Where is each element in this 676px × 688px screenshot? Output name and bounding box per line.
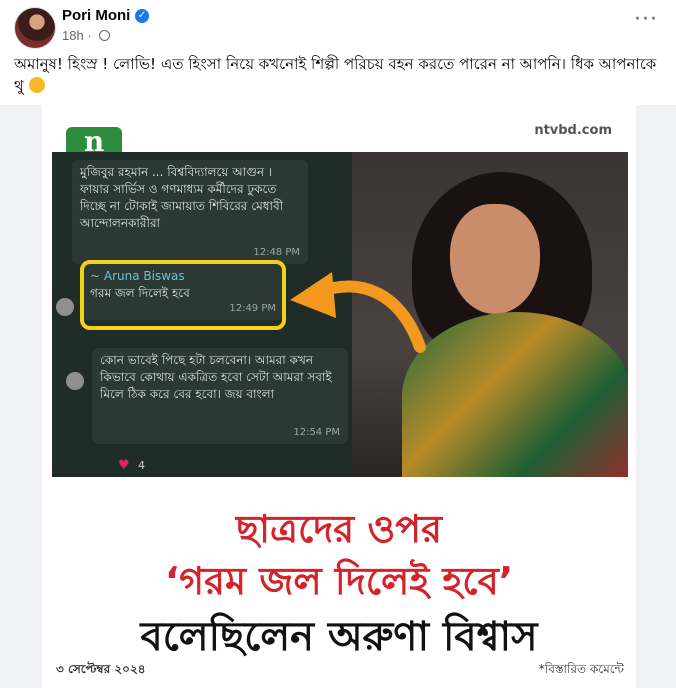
chat-avatar xyxy=(66,372,84,390)
highlight-ring xyxy=(80,260,286,330)
reaction-count: 4 xyxy=(138,459,145,472)
post-image[interactable]: n online ntvbd.com মুজিবুর রহমান ... বিশ… xyxy=(0,105,676,688)
poster-date: ৩ সেপ্টেম্বর ২০২৪ xyxy=(56,662,146,676)
post-header: Pori Moni ✓ 18h · ··· xyxy=(0,0,676,50)
poster-note: *বিস্তারিত কমেন্টে xyxy=(538,662,624,676)
more-options-button[interactable]: ··· xyxy=(634,9,658,31)
chat-message: কোন ভাবেই পিছে হটা চলবেনা। আমরা কখন কিভা… xyxy=(92,348,348,444)
post-time[interactable]: 18h xyxy=(62,28,84,43)
caption-text: অমানুষ! হিংস্র ! লোভি! এত হিংসা নিয়ে কখ… xyxy=(14,55,657,95)
photo-composite: মুজিবুর রহমান ... বিশ্ববিদ্যালয়ে আগুন ।… xyxy=(52,152,628,477)
author-name[interactable]: Pori Moni xyxy=(62,7,130,24)
emoji-icon xyxy=(28,77,45,93)
heart-icon: ♥ xyxy=(118,458,130,473)
post-meta: 18h · xyxy=(62,28,111,43)
post-caption: অমানুষ! হিংস্র ! লোভি! এত হিংসা নিয়ে কখ… xyxy=(14,53,664,97)
chat-message: মুজিবুর রহমান ... বিশ্ববিদ্যালয়ে আগুন ।… xyxy=(72,160,308,264)
chat-avatar xyxy=(56,298,74,316)
verified-badge-icon: ✓ xyxy=(135,9,149,23)
globe-icon xyxy=(99,30,111,41)
arrow-icon xyxy=(290,272,426,353)
avatar[interactable] xyxy=(14,7,56,49)
site-url: ntvbd.com xyxy=(534,123,612,138)
news-poster: n online ntvbd.com মুজিবুর রহমান ... বিশ… xyxy=(42,105,636,688)
